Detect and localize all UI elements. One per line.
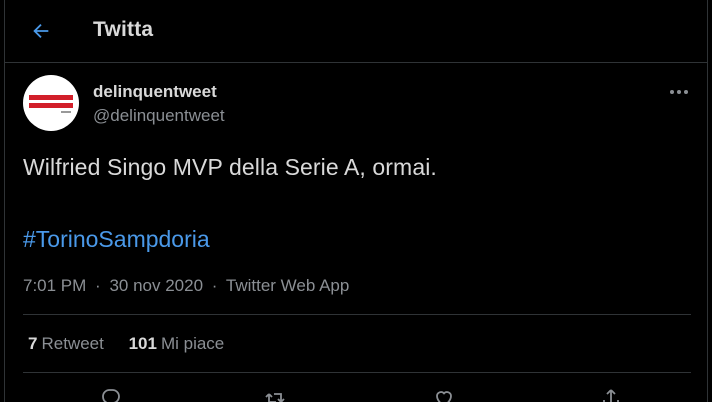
avatar-logo-stripe [29, 95, 73, 100]
tweet-panel: Twitta delinquentweet @delinquentweet Wi… [4, 0, 708, 402]
more-options-button[interactable] [665, 82, 693, 102]
retweet-icon [265, 393, 285, 402]
tweet-date[interactable]: 30 nov 2020 [109, 276, 203, 295]
tweet-time[interactable]: 7:01 PM [23, 276, 86, 295]
divider [23, 372, 691, 373]
share-icon [603, 389, 619, 402]
tweet-source[interactable]: Twitter Web App [226, 276, 349, 295]
meta-separator: · [95, 276, 101, 295]
retweet-button[interactable] [263, 386, 287, 402]
back-button[interactable] [26, 16, 56, 46]
author-display-name[interactable]: delinquentweet [93, 82, 217, 102]
tweet-text: Wilfried Singo MVP della Serie A, ormai. [23, 154, 437, 180]
reply-icon [102, 389, 120, 402]
meta-separator: · [211, 276, 218, 295]
arrow-left-icon [33, 23, 49, 39]
reply-button[interactable] [99, 386, 123, 402]
header-bar: Twitta [5, 0, 707, 63]
page-title: Twitta [93, 18, 154, 41]
avatar-logo-mark [61, 111, 71, 113]
heart-icon [436, 391, 452, 402]
like-stat-label: Mi piace [160, 334, 225, 353]
like-stat[interactable]: 101 Mi piace [129, 334, 225, 354]
share-button[interactable] [599, 386, 623, 402]
like-count: 101 [128, 334, 157, 353]
avatar-logo-stripe [29, 103, 73, 108]
like-button[interactable] [432, 386, 456, 402]
retweet-stat[interactable]: 7 Retweet [28, 334, 104, 354]
retweet-count: 7 [28, 334, 38, 353]
author-handle[interactable]: @delinquentweet [93, 106, 225, 126]
retweet-stat-label: Retweet [41, 334, 104, 353]
more-horizontal-icon [670, 90, 688, 94]
avatar[interactable] [23, 75, 79, 131]
tweet-stats: 7 Retweet 101 Mi piace [28, 334, 244, 354]
hashtag-link[interactable]: #TorinoSampdoria [23, 226, 210, 253]
tweet-metadata: 7:01 PM · 30 nov 2020 · Twitter Web App [23, 276, 349, 296]
divider [23, 314, 691, 315]
